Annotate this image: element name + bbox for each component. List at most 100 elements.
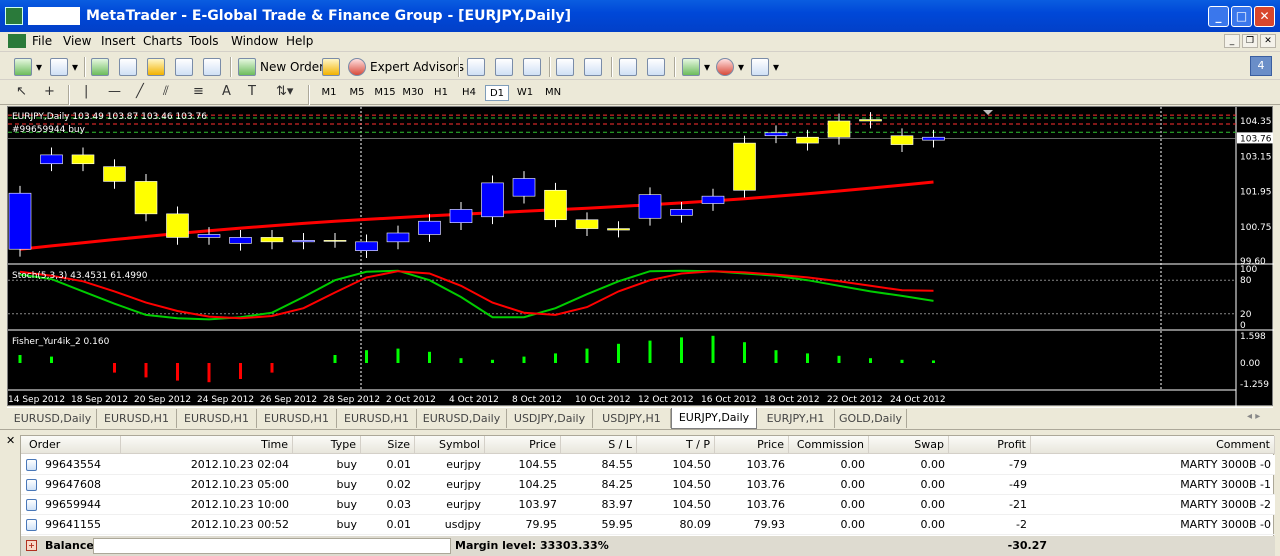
equidistant-channel-tool[interactable]: ⫽ xyxy=(163,84,169,99)
chart-tab[interactable]: USDJPY,Daily xyxy=(507,409,593,428)
chart-window[interactable]: 104.35 103.76 103.15 101.95 100.75 99.60 EURJP… xyxy=(7,106,1274,407)
trendline-tool[interactable]: ╱ xyxy=(136,84,144,99)
balance-icon: + xyxy=(26,540,37,551)
expert-advisors-button[interactable]: Expert Advisors xyxy=(348,56,464,78)
column-header[interactable]: Order xyxy=(21,436,121,454)
chart-tab[interactable]: EURUSD,H1 xyxy=(97,409,177,428)
chart-tab[interactable]: EURUSD,Daily xyxy=(9,409,97,428)
crosshair-tool[interactable]: + xyxy=(44,84,55,99)
chart-tab[interactable]: GOLD,Daily xyxy=(835,409,907,428)
navigator-button[interactable] xyxy=(119,56,141,78)
line-chart-button[interactable] xyxy=(523,56,545,78)
table-row[interactable]: 99643554 2012.10.23 02:04 buy 0.01 eurjpy 104… xyxy=(21,455,1275,475)
timeframe-m1-button[interactable]: M1 xyxy=(317,85,341,101)
column-header[interactable]: S / L xyxy=(561,436,637,454)
cursor-tool[interactable]: ↖ xyxy=(16,84,27,99)
table-cell: 99643554 xyxy=(45,458,101,471)
new-chart-button[interactable]: ▾ xyxy=(14,56,42,78)
table-cell: 2012.10.23 05:00 xyxy=(190,478,289,491)
column-header[interactable]: Type xyxy=(293,436,361,454)
data-window-button[interactable] xyxy=(175,56,197,78)
new-order-button[interactable]: New Order xyxy=(238,56,324,78)
autoscroll-button[interactable] xyxy=(619,56,641,78)
date-tick-label: 14 Sep 2012 xyxy=(8,395,65,405)
mdi-close-button[interactable]: ✕ xyxy=(1260,34,1276,48)
market-watch-button[interactable] xyxy=(91,56,113,78)
column-header[interactable]: Profit xyxy=(949,436,1031,454)
column-header[interactable]: Swap xyxy=(869,436,949,454)
table-cell: 2012.10.23 00:52 xyxy=(190,518,289,531)
metaeditor-button[interactable] xyxy=(322,56,344,78)
table-row[interactable]: 99647608 2012.10.23 05:00 buy 0.02 eurjpy 104… xyxy=(21,475,1275,495)
menu-file[interactable]: File xyxy=(32,34,52,48)
templates-button[interactable]: ▾ xyxy=(751,56,779,78)
minimize-button[interactable]: _ xyxy=(1208,6,1229,27)
column-header[interactable]: Price xyxy=(485,436,561,454)
profiles-button[interactable]: ▾ xyxy=(50,56,78,78)
table-row[interactable]: 99659944 2012.10.23 10:00 buy 0.03 eurjpy 103… xyxy=(21,495,1275,515)
mdi-restore-button[interactable]: ❐ xyxy=(1242,34,1258,48)
table-cell: eurjpy xyxy=(446,498,481,511)
chart-tab[interactable]: EURJPY,H1 xyxy=(757,409,835,428)
menu-view[interactable]: View xyxy=(63,34,91,48)
column-header[interactable]: Size xyxy=(361,436,415,454)
indicators-button[interactable]: ▾ xyxy=(682,56,710,78)
close-button[interactable]: ✕ xyxy=(1254,6,1275,27)
date-tick-label: 28 Sep 2012 xyxy=(323,395,380,405)
date-tick-label: 8 Oct 2012 xyxy=(512,395,562,405)
menu-window[interactable]: Window xyxy=(231,34,278,48)
bar-chart-button[interactable] xyxy=(467,56,489,78)
chart-tab[interactable]: USDJPY,H1 xyxy=(593,409,671,428)
column-header[interactable]: T / P xyxy=(637,436,715,454)
column-header[interactable]: Time xyxy=(121,436,293,454)
tab-scroll-arrows[interactable]: ◂ ▸ xyxy=(1247,411,1260,422)
timeframe-mn-button[interactable]: MN xyxy=(541,85,565,101)
chart-header-label: EURJPY,Daily 103.49 103.87 103.46 103.76 xyxy=(12,112,207,122)
chart-tab[interactable]: EURJPY,Daily xyxy=(671,408,757,429)
timeframe-m30-button[interactable]: M30 xyxy=(401,85,425,101)
favorites-button[interactable] xyxy=(147,56,169,78)
timeframe-d1-button[interactable]: D1 xyxy=(485,85,509,101)
column-header[interactable]: Commission xyxy=(789,436,869,454)
mdi-minimize-button[interactable]: _ xyxy=(1224,34,1240,48)
table-cell: 0.00 xyxy=(840,458,866,471)
table-cell: -21 xyxy=(1009,498,1027,511)
table-cell: 0.01 xyxy=(386,518,412,531)
chart-tab[interactable]: EURUSD,H1 xyxy=(257,409,337,428)
text-label-tool[interactable]: T xyxy=(248,84,256,99)
chart-tab[interactable]: EURUSD,H1 xyxy=(337,409,417,428)
fibonacci-tool[interactable]: ≡ xyxy=(193,84,204,99)
periods-button[interactable]: ▾ xyxy=(716,56,744,78)
candle xyxy=(418,220,441,235)
text-tool[interactable]: A xyxy=(222,84,231,99)
horizontal-line-tool[interactable]: — xyxy=(108,84,121,99)
menu-tools[interactable]: Tools xyxy=(189,34,219,48)
chart-shift-button[interactable] xyxy=(647,56,669,78)
arrows-tool[interactable]: ⇅▾ xyxy=(276,84,293,99)
column-header[interactable]: Symbol xyxy=(415,436,485,454)
table-cell: buy xyxy=(336,478,357,491)
chart-tab[interactable]: EURUSD,H1 xyxy=(177,409,257,428)
timeframe-m5-button[interactable]: M5 xyxy=(345,85,369,101)
notification-badge[interactable]: 4 xyxy=(1250,56,1272,76)
timeframe-h1-button[interactable]: H1 xyxy=(429,85,453,101)
timeframe-m15-button[interactable]: M15 xyxy=(373,85,397,101)
timeframe-w1-button[interactable]: W1 xyxy=(513,85,537,101)
chart-canvas[interactable]: 104.35103.76103.15101.95100.7599.60EURJP… xyxy=(8,107,1274,407)
maximize-button[interactable]: □ xyxy=(1231,6,1252,27)
menu-help[interactable]: Help xyxy=(286,34,313,48)
candlestick-button[interactable] xyxy=(495,56,517,78)
doc-icon[interactable] xyxy=(8,34,26,48)
vertical-line-tool[interactable]: | xyxy=(84,84,88,99)
timeframe-h4-button[interactable]: H4 xyxy=(457,85,481,101)
menu-charts[interactable]: Charts xyxy=(143,34,182,48)
strategy-tester-button[interactable] xyxy=(203,56,225,78)
zoom-out-button[interactable] xyxy=(584,56,606,78)
chart-tab[interactable]: EURUSD,Daily xyxy=(417,409,507,428)
column-header[interactable]: Price xyxy=(715,436,789,454)
column-header[interactable]: Comment xyxy=(1031,436,1275,454)
zoom-in-button[interactable] xyxy=(556,56,578,78)
menu-insert[interactable]: Insert xyxy=(101,34,135,48)
table-row[interactable]: 99641155 2012.10.23 00:52 buy 0.01 usdjpy 79.… xyxy=(21,515,1275,535)
terminal-close-icon[interactable]: ✕ xyxy=(6,434,15,447)
